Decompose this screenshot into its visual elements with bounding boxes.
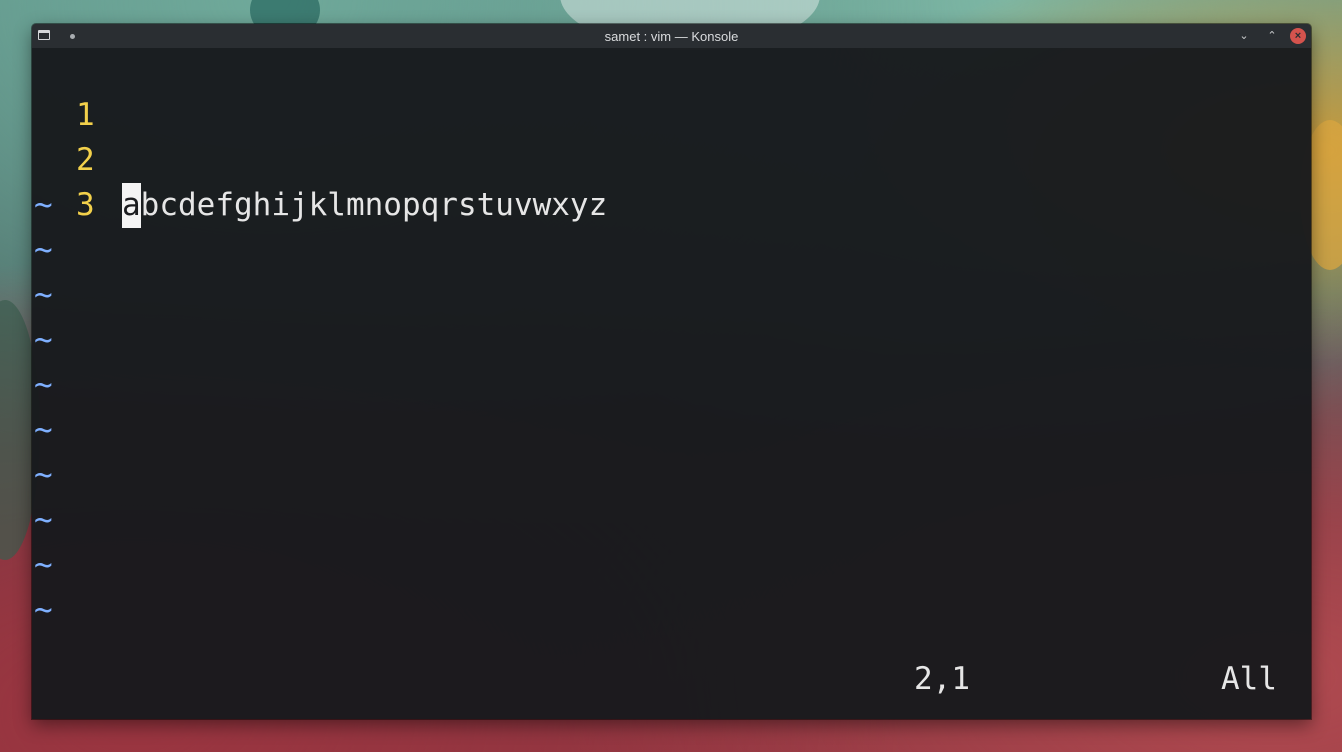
vim-editor-area[interactable]: 1 2 abcdefghijklmnopqrstuvwxyz 3 ~ ~ ~ ~…: [32, 48, 1311, 719]
konsole-window: samet : vim — Konsole ⌄ ⌃ × 1 2 abcdefgh…: [32, 24, 1311, 719]
scroll-position-status: All: [1221, 661, 1277, 697]
tilde-marker: ~: [34, 547, 53, 583]
tilde-marker: ~: [34, 277, 53, 313]
minimize-button[interactable]: ⌄: [1236, 28, 1252, 44]
line-content: abcdefghijklmnopqrstuvwxyz: [122, 183, 607, 228]
editor-line: 3: [32, 138, 144, 223]
tilde-marker: ~: [34, 502, 53, 538]
line-text: bcdefghijklmnopqrstuvwxyz: [140, 187, 608, 223]
terminal-app-icon[interactable]: [38, 30, 50, 40]
window-title: samet : vim — Konsole: [604, 28, 739, 44]
tilde-marker: ~: [34, 187, 53, 223]
tilde-marker: ~: [34, 322, 53, 358]
cursor-position-status: 2,1: [914, 661, 970, 697]
close-button[interactable]: ×: [1290, 28, 1306, 44]
editor-line: 1: [32, 48, 144, 133]
tilde-marker: ~: [34, 412, 53, 448]
editor-line: 2 abcdefghijklmnopqrstuvwxyz: [32, 93, 607, 228]
keep-on-top-icon[interactable]: [70, 34, 75, 39]
tilde-marker: ~: [34, 457, 53, 493]
tilde-marker: ~: [34, 592, 53, 628]
tilde-marker: ~: [34, 367, 53, 403]
title-bar[interactable]: samet : vim — Konsole ⌄ ⌃ ×: [32, 24, 1311, 48]
tilde-marker: ~: [34, 232, 53, 268]
line-number: 3: [76, 187, 95, 223]
maximize-button[interactable]: ⌃: [1264, 28, 1280, 44]
